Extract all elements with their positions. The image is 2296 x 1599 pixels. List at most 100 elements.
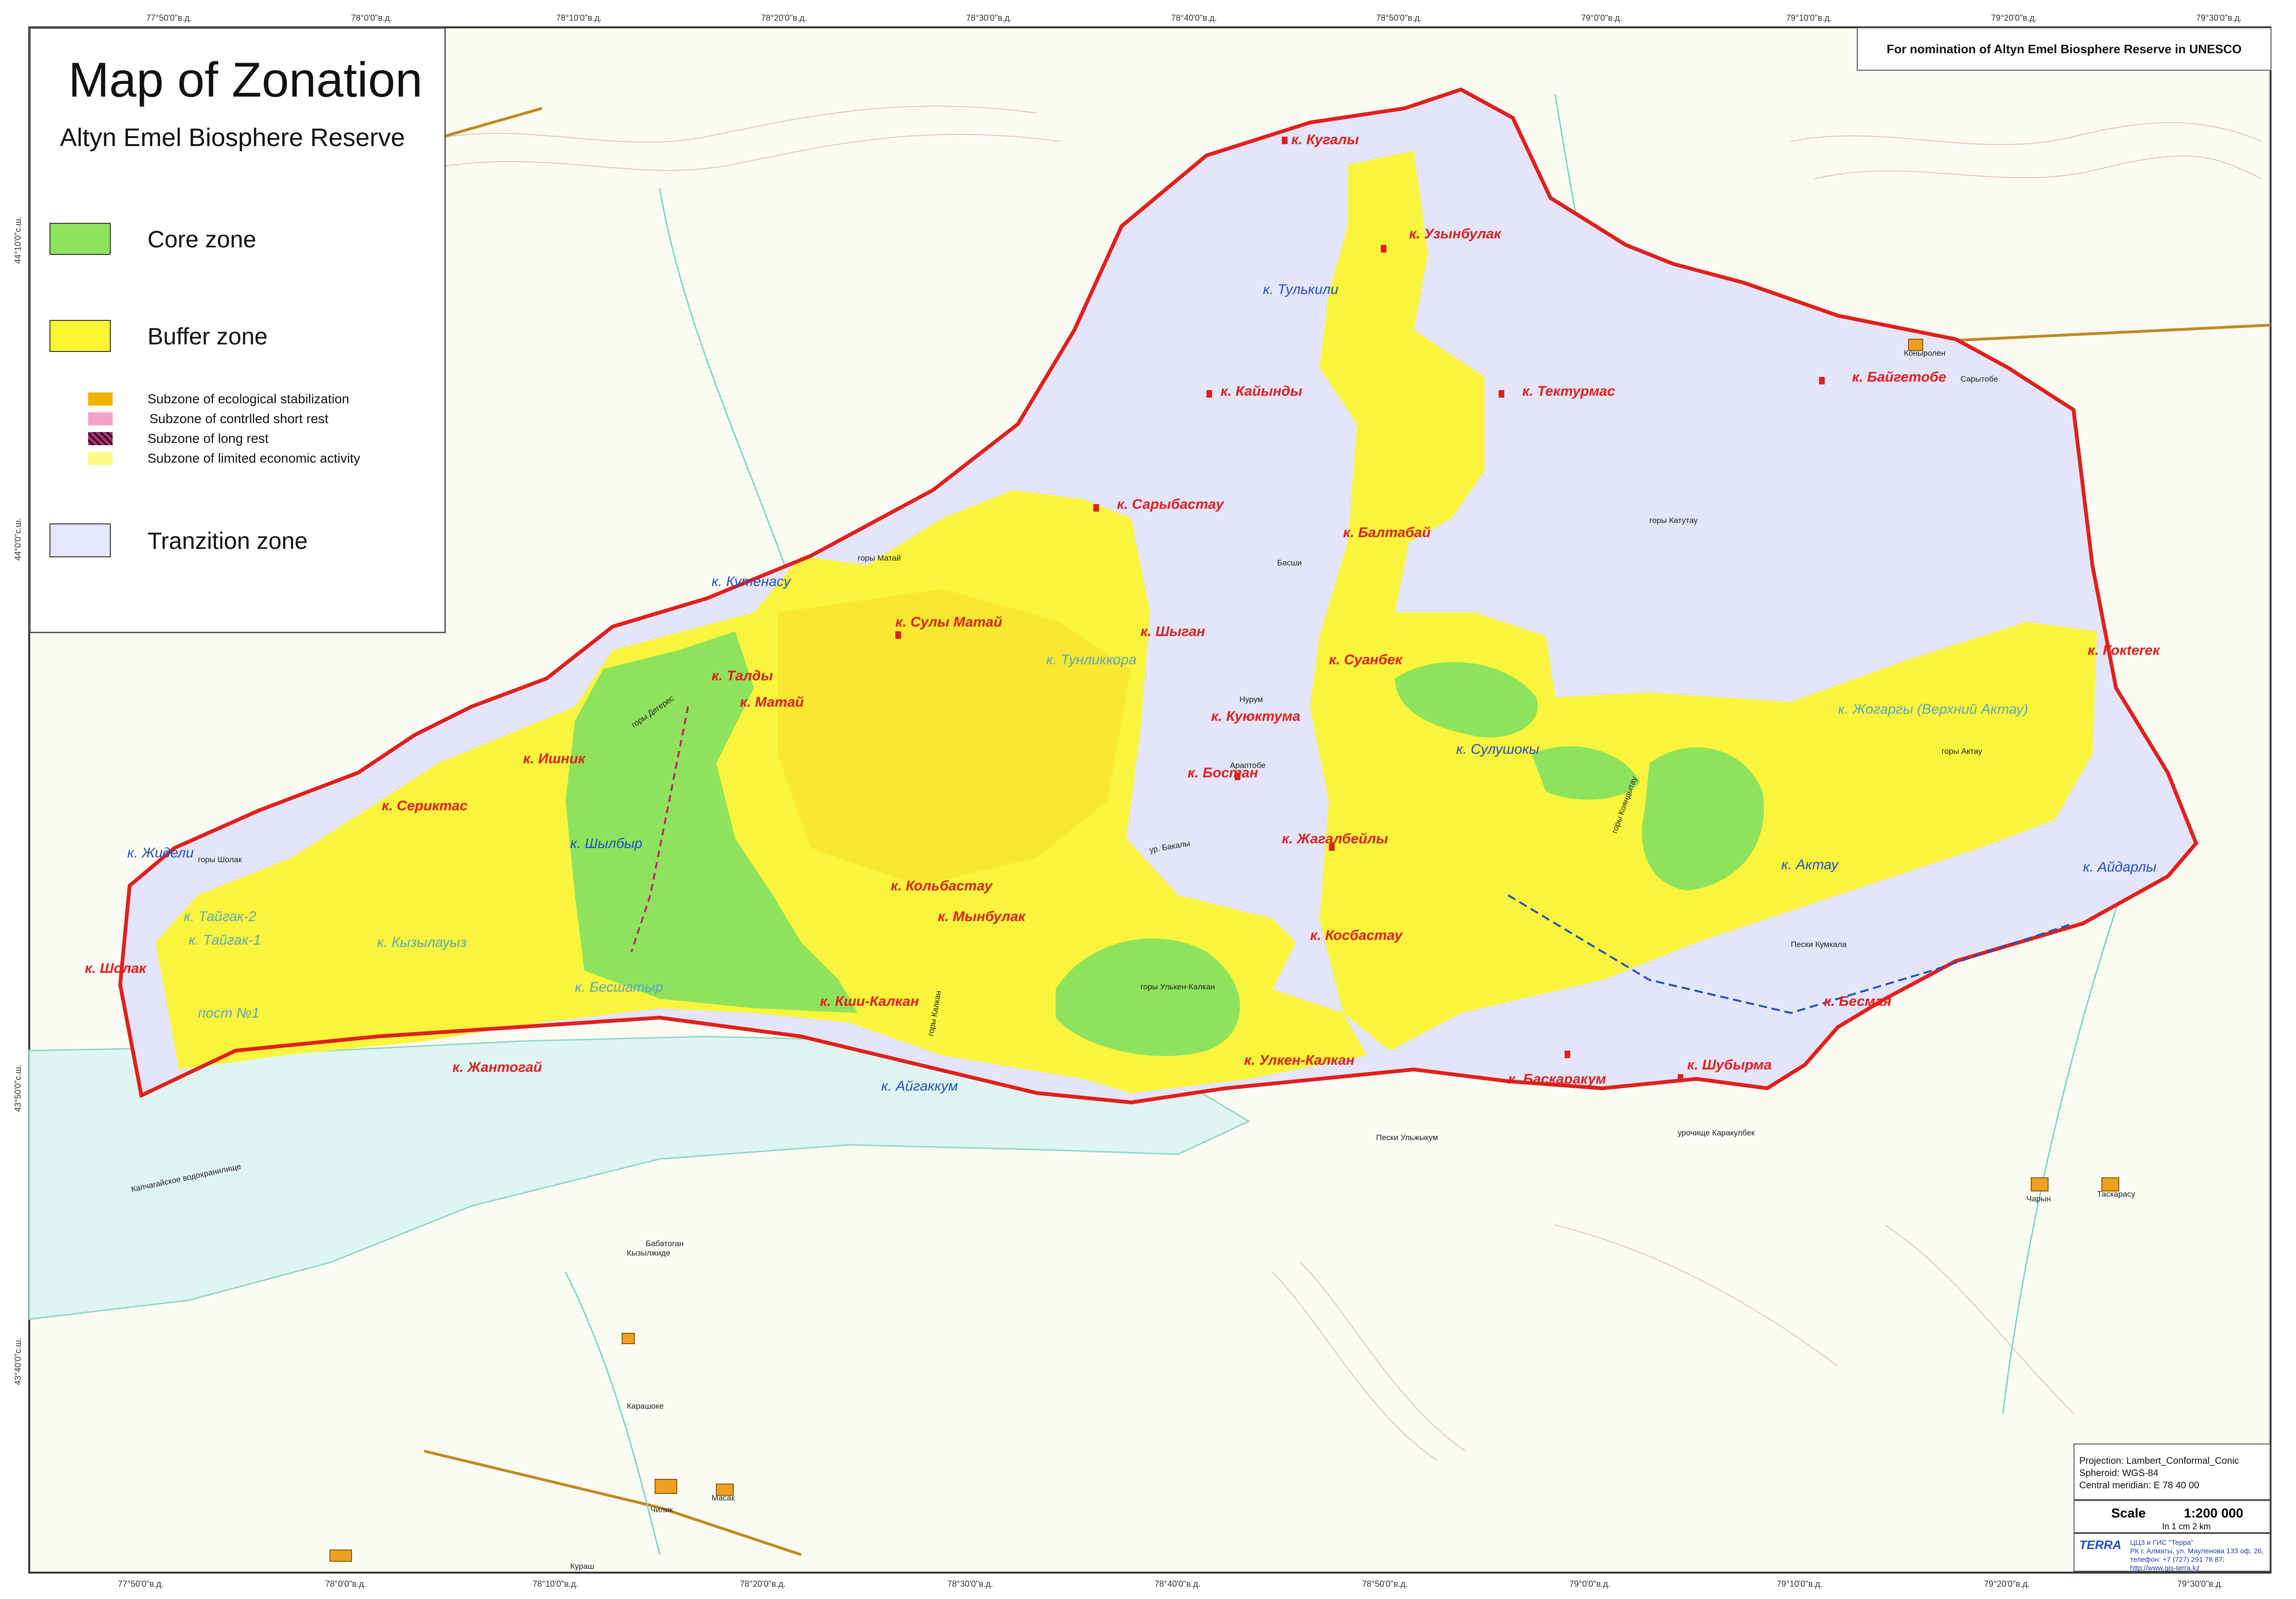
coord-left-label: 43°50'0"с.ш. bbox=[13, 1064, 23, 1112]
place-label: к. Кши-Калкан bbox=[820, 994, 919, 1009]
scale-subtitle: In 1 cm 2 km bbox=[2162, 1522, 2211, 1531]
scale-label: Scale bbox=[2111, 1506, 2146, 1520]
place-label: Пески Ульжыкум bbox=[1376, 1133, 1438, 1142]
publisher-line: http://www.gis-terra.kz bbox=[2130, 1564, 2200, 1572]
coord-top-label: 78°20'0"в.д. bbox=[761, 13, 807, 23]
place-label: к. Сериктас bbox=[382, 798, 467, 814]
place-label: к. Шылбыр bbox=[570, 836, 642, 851]
coord-top-label: 78°40'0"в.д. bbox=[1171, 13, 1217, 23]
place-label: Сарытобе bbox=[1960, 375, 1998, 383]
place-label: горы Актау bbox=[1942, 747, 1983, 756]
place-label: Бабатоган bbox=[646, 1239, 684, 1248]
legend-swatch-core bbox=[49, 223, 111, 255]
place-label: к. Куюктума bbox=[1211, 709, 1300, 724]
legend-swatch-transition bbox=[49, 523, 111, 557]
place-label: к. Улкен-Калкан bbox=[1244, 1052, 1354, 1068]
place-label: Карашоке bbox=[627, 1402, 664, 1411]
coord-top-label: 79°10'0"в.д. bbox=[1786, 13, 1832, 23]
place-label: к. Актау bbox=[1781, 857, 1839, 873]
publisher-box: TERRA ЦЦЗ и ГИС "Терра" РК г. Алматы, ул… bbox=[2074, 1533, 2271, 1572]
place-label: к. Мынбулак bbox=[938, 909, 1026, 924]
legend-label-core: Core zone bbox=[148, 226, 256, 253]
place-label: к. Айгаккум bbox=[881, 1078, 958, 1094]
place-label: пост №1 bbox=[198, 1005, 260, 1021]
coord-top-label: 79°30'0"в.д. bbox=[2196, 13, 2242, 23]
scale-box: Scale 1:200 000 In 1 cm 2 km bbox=[2074, 1500, 2271, 1533]
legend-label-buffer: Buffer zone bbox=[148, 323, 268, 350]
spheroid-line: Spheroid: WGS-84 bbox=[2079, 1468, 2158, 1478]
place-label: Пески Кумкала bbox=[1791, 940, 1847, 949]
coord-bottom-label: 78°0'0"в.д. bbox=[325, 1579, 366, 1589]
legend-swatch-buffer bbox=[49, 320, 111, 352]
legend-label-transition: Tranzition zone bbox=[148, 528, 308, 554]
place-label: к. Талды bbox=[712, 668, 773, 684]
coord-bottom-label: 78°20'0"в.д. bbox=[740, 1579, 786, 1589]
legend-swatch-stabilization bbox=[88, 392, 113, 406]
coord-left-label: 44°10'0"с.ш. bbox=[13, 216, 23, 264]
meridian-line: Central meridian: E 78 40 00 bbox=[2079, 1480, 2199, 1491]
coord-top-label: 79°20'0"в.д. bbox=[1991, 13, 2037, 23]
place-label: Чарын bbox=[2026, 1194, 2051, 1203]
legend-swatch-short-rest bbox=[88, 412, 113, 425]
publisher-text: ЦЦЗ и ГИС "Терра" РК г. Алматы, ул. Маул… bbox=[2130, 1539, 2263, 1573]
coord-bottom-label: 79°10'0"в.д. bbox=[1777, 1579, 1822, 1589]
place-label: Чилик bbox=[650, 1505, 673, 1514]
coord-left-label: 44°0'0"с.ш. bbox=[13, 518, 23, 561]
place-label: Араптобе bbox=[1230, 761, 1266, 770]
publisher-line: РК г. Алматы, ул. Мауленова 133 оф. 26, bbox=[2130, 1547, 2264, 1555]
place-label: к. Кызылауыз bbox=[377, 935, 467, 950]
coord-bottom-label: 79°20'0"в.д. bbox=[1984, 1579, 2030, 1589]
place-label: к. Кольбастау bbox=[891, 878, 993, 894]
place-label: к. Тектурмас bbox=[1522, 383, 1615, 399]
legend-label-long-rest: Subzone of long rest bbox=[148, 431, 269, 446]
legend-title: Map of Zonation bbox=[68, 53, 423, 107]
nomination-note: For nomination of Altyn Emel Biosphere R… bbox=[1857, 27, 2271, 71]
place-label: к. Кокterек bbox=[2088, 643, 2161, 658]
place-label: к. Шыган bbox=[1140, 624, 1205, 639]
coord-top-label: 78°30'0"в.д. bbox=[966, 13, 1012, 23]
legend-panel: Map of Zonation Altyn Emel Biosphere Res… bbox=[29, 27, 446, 633]
place-label: к. Тайгак-1 bbox=[189, 932, 261, 948]
coord-bottom-label: 77°50'0"в.д. bbox=[118, 1579, 164, 1589]
place-label: к. Тунликкора bbox=[1046, 652, 1137, 668]
place-label: урочище Каракулбек bbox=[1678, 1128, 1755, 1137]
place-label: к. Узынбулак bbox=[1409, 226, 1502, 242]
place-label: к. Баскаракум bbox=[1508, 1071, 1606, 1087]
place-label: к. Кайынды bbox=[1221, 383, 1303, 399]
publisher-line: телефон: +7 (727) 291 78 87; bbox=[2130, 1556, 2225, 1564]
scale-value: 1:200 000 bbox=[2184, 1506, 2244, 1520]
legend-label-stabilization: Subzone of ecological stabilization bbox=[148, 392, 350, 406]
place-label: к. Кутенасу bbox=[712, 574, 792, 589]
place-label: к. Сарыбастау bbox=[1117, 497, 1224, 512]
projection-info: Projection: Lambert_Conformal_Conic Sphe… bbox=[2074, 1444, 2271, 1500]
legend-swatch-long-rest bbox=[88, 432, 113, 445]
coord-bottom-label: 79°30'0"в.д. bbox=[2177, 1579, 2223, 1589]
publisher-logo: TERRA bbox=[2079, 1538, 2122, 1552]
coord-top-label: 78°10'0"в.д. bbox=[556, 13, 602, 23]
coord-top-label: 77°50'0"в.д. bbox=[146, 13, 192, 23]
place-label: к. Ишник bbox=[523, 751, 586, 767]
coord-bottom-label: 79°0'0"в.д. bbox=[1569, 1579, 1610, 1589]
coord-bottom-label: 78°30'0"в.д. bbox=[947, 1579, 993, 1589]
place-label: к. Бесшатыр bbox=[575, 979, 663, 995]
place-label: Нурум bbox=[1239, 695, 1263, 704]
legend-subtitle: Altyn Emel Biosphere Reserve bbox=[60, 123, 405, 152]
place-label: к. Байгетобе bbox=[1852, 369, 1946, 385]
coord-bottom-label: 78°50'0"в.д. bbox=[1362, 1579, 1408, 1589]
place-label: к. Шубырма bbox=[1687, 1057, 1771, 1073]
place-label: Басши bbox=[1277, 558, 1302, 567]
legend-swatch-limited bbox=[88, 452, 113, 465]
place-label: к. Кугалы bbox=[1291, 132, 1359, 147]
place-label: к. Матай bbox=[740, 694, 804, 710]
publisher-line: ЦЦЗ и ГИС "Терра" bbox=[2130, 1539, 2194, 1547]
place-label: Кураш bbox=[570, 1562, 594, 1571]
projection-line: Projection: Lambert_Conformal_Conic bbox=[2079, 1456, 2239, 1466]
place-label: к. Жантогай bbox=[452, 1060, 542, 1075]
place-label: к. Айдарлы bbox=[2083, 859, 2157, 875]
place-label: к. Бесмая bbox=[1824, 994, 1892, 1009]
place-label: к. Сулы Матай bbox=[895, 614, 1002, 630]
coord-bottom-label: 78°10'0"в.д. bbox=[533, 1579, 578, 1589]
place-label: к. Жагалбейлы bbox=[1282, 831, 1388, 847]
place-label: к. Шолак bbox=[85, 961, 147, 976]
place-label: к. Сулушокы bbox=[1456, 742, 1539, 757]
